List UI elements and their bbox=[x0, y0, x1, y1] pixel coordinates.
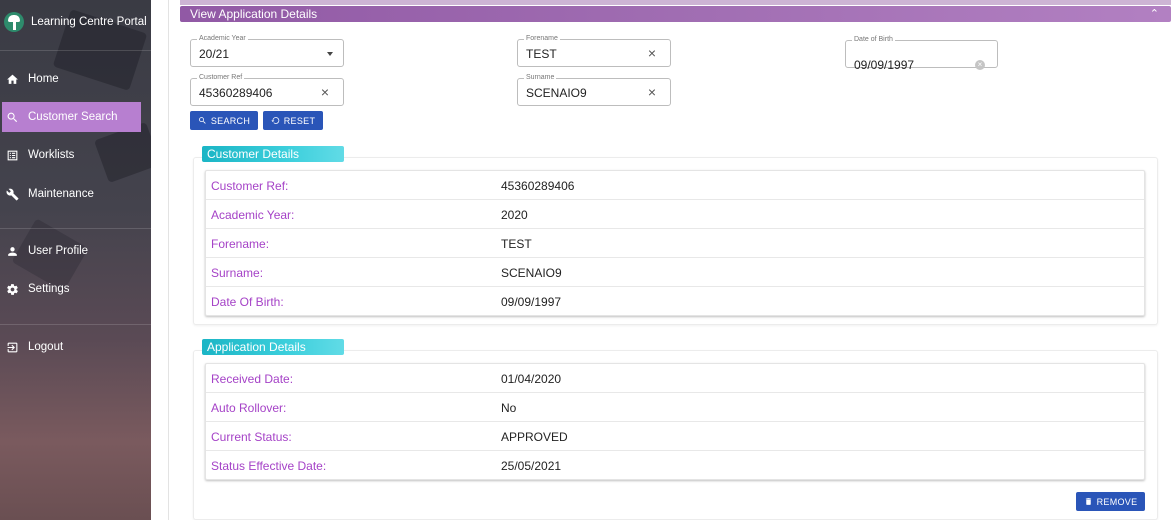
row-key: Received Date: bbox=[211, 372, 294, 386]
row-value: 45360289406 bbox=[501, 179, 575, 193]
customer-details-heading: Customer Details bbox=[202, 146, 344, 162]
date-of-birth-field[interactable]: Date of Birth 09/09/1997 × bbox=[845, 36, 998, 72]
row-value: 01/04/2020 bbox=[501, 372, 562, 386]
sidebar-item-home[interactable]: Home bbox=[2, 64, 141, 94]
sidebar-item-settings[interactable]: Settings bbox=[2, 274, 141, 304]
search-button-label: SEARCH bbox=[210, 115, 251, 126]
sidebar-item-user-profile[interactable]: User Profile bbox=[2, 236, 141, 266]
tree-logo-icon bbox=[4, 12, 24, 32]
sidebar-item-maintenance[interactable]: Maintenance bbox=[2, 179, 141, 209]
row-key: Auto Rollover: bbox=[211, 401, 287, 415]
row-value: 09/09/1997 bbox=[501, 295, 562, 309]
sidebar-item-label: Maintenance bbox=[28, 188, 94, 200]
clear-forename-icon[interactable]: × bbox=[648, 45, 656, 61]
remove-button[interactable]: REMOVE bbox=[1076, 492, 1145, 511]
person-icon bbox=[5, 244, 19, 258]
application-details-card: Received Date: 01/04/2020 Auto Rollover:… bbox=[205, 363, 1145, 480]
row-key: Date Of Birth: bbox=[211, 295, 284, 309]
application-details-heading: Application Details bbox=[202, 339, 344, 355]
forename-value: TEST bbox=[526, 47, 557, 61]
wrench-icon bbox=[5, 187, 19, 201]
caret-down-icon bbox=[327, 52, 333, 56]
list-icon bbox=[5, 148, 19, 162]
academic-year-value: 20/21 bbox=[199, 47, 230, 61]
academic-year-select[interactable]: Academic Year 20/21 bbox=[190, 35, 344, 67]
surname-field[interactable]: Surname SCENAIO9 × bbox=[517, 74, 671, 106]
customer-ref-label: Customer Ref bbox=[197, 74, 245, 82]
row-key: Customer Ref: bbox=[211, 179, 289, 193]
row-value: 25/05/2021 bbox=[501, 459, 562, 473]
trash-icon bbox=[1085, 498, 1091, 505]
row-value: No bbox=[501, 401, 517, 415]
top-strip bbox=[180, 0, 1171, 5]
date-of-birth-label: Date of Birth bbox=[852, 36, 895, 44]
table-row: Customer Ref: 45360289406 bbox=[206, 171, 1144, 200]
customer-ref-value: 45360289406 bbox=[199, 86, 273, 100]
sidebar-divider bbox=[0, 228, 151, 229]
search-icon bbox=[5, 110, 19, 124]
gear-icon bbox=[5, 282, 19, 296]
sidebar-item-customer-search[interactable]: Customer Search bbox=[2, 102, 141, 132]
row-value: APPROVED bbox=[501, 430, 568, 444]
row-value: 2020 bbox=[501, 208, 528, 222]
reset-button[interactable]: RESET bbox=[263, 111, 323, 130]
surname-label: Surname bbox=[524, 74, 557, 82]
search-button[interactable]: SEARCH bbox=[190, 111, 258, 130]
clear-surname-icon[interactable]: × bbox=[648, 84, 656, 100]
sidebar-item-label: Customer Search bbox=[28, 111, 118, 123]
sidebar-item-label: Home bbox=[28, 73, 59, 85]
view-application-header[interactable]: View Application Details ⌃ bbox=[180, 6, 1171, 22]
sidebar-item-label: Settings bbox=[28, 283, 70, 295]
sidebar-item-logout[interactable]: Logout bbox=[2, 332, 141, 362]
forename-field[interactable]: Forename TEST × bbox=[517, 35, 671, 67]
row-key: Forename: bbox=[211, 237, 270, 251]
page-title: View Application Details bbox=[190, 7, 318, 21]
sidebar-divider bbox=[0, 324, 151, 325]
table-row: Status Effective Date: 25/05/2021 bbox=[206, 451, 1144, 480]
surname-value: SCENAIO9 bbox=[526, 86, 587, 100]
row-value: SCENAIO9 bbox=[501, 266, 562, 280]
remove-button-label: REMOVE bbox=[1096, 496, 1138, 507]
table-row: Auto Rollover: No bbox=[206, 393, 1144, 422]
app-title: Learning Centre Portal bbox=[31, 16, 147, 28]
clear-date-icon[interactable]: × bbox=[975, 60, 985, 70]
content-divider bbox=[168, 0, 169, 520]
sidebar-divider bbox=[0, 50, 151, 51]
customer-details-card: Customer Ref: 45360289406 Academic Year:… bbox=[205, 170, 1145, 316]
table-row: Received Date: 01/04/2020 bbox=[206, 364, 1144, 393]
clear-customer-ref-icon[interactable]: × bbox=[321, 84, 329, 100]
section-title: Customer Details bbox=[207, 147, 300, 161]
table-row: Forename: TEST bbox=[206, 229, 1144, 258]
table-row: Surname: SCENAIO9 bbox=[206, 258, 1144, 287]
section-title: Application Details bbox=[207, 340, 306, 354]
table-row: Academic Year: 2020 bbox=[206, 200, 1144, 229]
forename-label: Forename bbox=[524, 35, 560, 43]
table-row: Date Of Birth: 09/09/1997 bbox=[206, 287, 1144, 316]
sidebar-item-label: Worklists bbox=[28, 149, 75, 161]
row-key: Status Effective Date: bbox=[211, 459, 327, 473]
date-of-birth-value: 09/09/1997 bbox=[854, 58, 915, 72]
sidebar-item-label: User Profile bbox=[28, 245, 89, 257]
customer-ref-field[interactable]: Customer Ref 45360289406 × bbox=[190, 74, 344, 106]
row-key: Current Status: bbox=[211, 430, 292, 444]
row-value: TEST bbox=[501, 237, 532, 251]
app-brand[interactable]: Learning Centre Portal bbox=[4, 8, 149, 36]
home-icon bbox=[5, 72, 19, 86]
table-row: Current Status: APPROVED bbox=[206, 422, 1144, 451]
search-icon bbox=[198, 117, 206, 124]
row-key: Academic Year: bbox=[211, 208, 295, 222]
sidebar-item-label: Logout bbox=[28, 341, 64, 353]
row-key: Surname: bbox=[211, 266, 264, 280]
sidebar-item-worklists[interactable]: Worklists bbox=[2, 140, 141, 170]
chevron-up-icon[interactable]: ⌃ bbox=[1150, 7, 1159, 20]
reset-icon bbox=[271, 117, 279, 124]
logout-icon bbox=[5, 340, 19, 354]
academic-year-label: Academic Year bbox=[197, 35, 248, 43]
reset-button-label: RESET bbox=[283, 115, 316, 126]
sidebar: Learning Centre Portal Home Customer Sea… bbox=[0, 0, 151, 520]
